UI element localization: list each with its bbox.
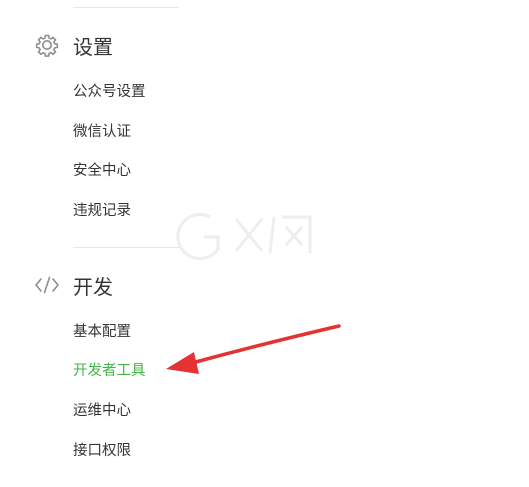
nav-item-api-permissions[interactable]: 接口权限 (73, 439, 131, 463)
section-title-settings: 设置 (73, 34, 113, 59)
code-icon (34, 272, 60, 298)
nav-item-account-settings[interactable]: 公众号设置 (73, 80, 146, 104)
nav-item-security-center[interactable]: 安全中心 (73, 159, 131, 183)
nav-item-wechat-verification[interactable]: 微信认证 (73, 120, 131, 144)
nav-item-basic-config[interactable]: 基本配置 (73, 320, 131, 344)
nav-item-violation-records[interactable]: 违规记录 (73, 199, 131, 223)
sidebar-divider-top (73, 7, 179, 8)
sidebar-divider-middle (73, 247, 179, 248)
section-title-development: 开发 (73, 274, 113, 299)
section-header-development[interactable]: 开发 (34, 270, 113, 300)
nav-item-ops-center[interactable]: 运维中心 (73, 399, 131, 423)
gear-icon (34, 32, 60, 58)
section-header-settings[interactable]: 设置 (34, 30, 113, 60)
watermark-logo (176, 213, 312, 260)
nav-item-developer-tools[interactable]: 开发者工具 (73, 359, 146, 383)
